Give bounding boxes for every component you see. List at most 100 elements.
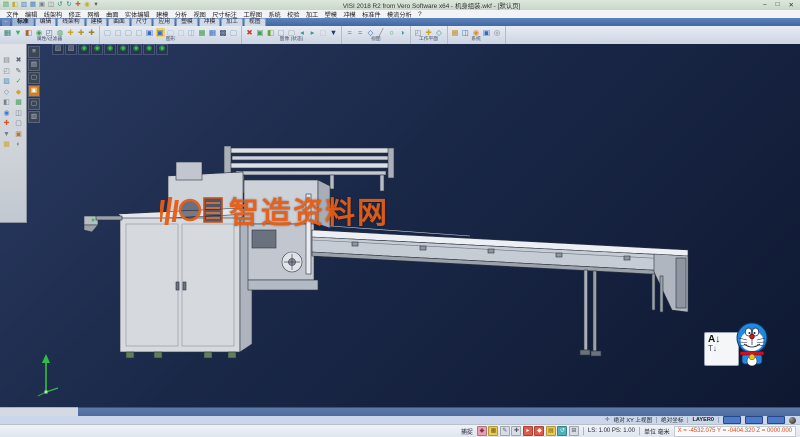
state-list-icon[interactable]: ▢ [319, 28, 328, 37]
zoom-all-icon[interactable]: ○ [387, 28, 396, 37]
render-mode-sphere-icon[interactable] [789, 417, 796, 424]
coordinate-reference-label[interactable]: 绝对坐标 [661, 416, 683, 424]
undo-icon[interactable]: ↺ [56, 1, 64, 9]
part-active-icon[interactable]: ▣ [28, 85, 40, 97]
reflect-icon[interactable]: ▢ [229, 28, 238, 37]
snap-grid-icon[interactable]: ▦ [488, 426, 498, 436]
ghost-icon[interactable]: ▢ [177, 28, 186, 37]
system-config-icon[interactable]: ◎ [493, 28, 502, 37]
redo-icon[interactable]: ↻ [65, 1, 73, 9]
assembly-menu-icon[interactable]: ≡ [28, 46, 40, 58]
3d-viewport[interactable]: ▤✖◰✎▨✓◇◆◧▦◉◫✚▢▼▣▦◐ ≡▤▢▣▢▥ ▨▨◉◉◉◉◉◉◉ 智造资料… [0, 44, 800, 407]
fill-box-icon[interactable]: ▣ [13, 130, 24, 141]
view-bottom-icon[interactable]: ◉ [156, 44, 168, 55]
save-all-icon[interactable]: ▦ [29, 1, 37, 9]
snap-edit-icon[interactable]: ✎ [500, 426, 510, 436]
view-front-icon[interactable]: ◉ [104, 44, 116, 55]
diamond-icon[interactable]: ◇ [1, 88, 12, 99]
prev-state-icon[interactable]: ◂ [298, 28, 307, 37]
shaded-icon[interactable]: ▢ [124, 28, 133, 37]
workplane-icon[interactable]: ◰ [414, 28, 423, 37]
render-icon[interactable]: ▣ [145, 28, 154, 37]
workplane-new-icon[interactable]: ✚ [424, 28, 433, 37]
layer-color-swatch[interactable] [767, 416, 785, 424]
minimize-button[interactable]: – [763, 1, 767, 9]
delete-view-icon[interactable]: ✖ [245, 28, 254, 37]
zoom-line-icon[interactable]: ╱ [377, 28, 386, 37]
attr-copy-icon[interactable]: ✚ [77, 28, 86, 37]
ribbon-tab[interactable]: 线架构 [57, 18, 84, 26]
help-icon[interactable]: ◉ [83, 1, 91, 9]
attr-edit-icon[interactable]: ✚ [87, 28, 96, 37]
layer-color-swatch[interactable] [723, 416, 741, 424]
system-window-icon[interactable]: ◫ [461, 28, 470, 37]
layer-color-swatch[interactable] [745, 416, 763, 424]
curvature-icon[interactable]: ▩ [219, 28, 228, 37]
snap-sheet-icon[interactable]: ▤ [546, 426, 556, 436]
next-state-icon[interactable]: ▸ [308, 28, 317, 37]
tabbar-collapse-button[interactable]: – [2, 19, 10, 26]
ribbon-tab[interactable]: 应用 [153, 18, 175, 26]
move-icon[interactable]: ◰ [1, 67, 12, 78]
snap-anchor-icon[interactable]: ✚ [511, 426, 521, 436]
close-button[interactable]: ✕ [789, 1, 794, 9]
ribbon-tab[interactable]: 加工 [221, 18, 243, 26]
view-prev-icon[interactable]: ▨ [52, 44, 64, 55]
down-icon[interactable]: ▼ [1, 130, 12, 141]
view-iso-icon[interactable]: ◉ [78, 44, 90, 55]
system-settings-icon[interactable]: ▦ [451, 28, 460, 37]
half-box-icon[interactable]: ◧ [1, 98, 12, 109]
hidden-line-icon[interactable]: ▢ [114, 28, 123, 37]
grid-icon[interactable]: ▦ [13, 98, 24, 109]
ribbon-tab[interactable]: 塑模 [176, 18, 198, 26]
zebra-icon[interactable]: ▦ [208, 28, 217, 37]
target-icon[interactable]: ◉ [1, 109, 12, 120]
add-icon[interactable]: ✚ [1, 119, 12, 130]
state-b-icon[interactable]: ▢ [287, 28, 296, 37]
section-icon[interactable]: ◫ [187, 28, 196, 37]
state-dropdown-icon[interactable]: ▼ [329, 28, 338, 37]
system-world-icon[interactable]: ◉ [472, 28, 481, 37]
open-folder-icon[interactable]: ◧ [11, 1, 19, 9]
select-color-icon[interactable]: ◉ [35, 28, 44, 37]
system-display-icon[interactable]: ▣ [482, 28, 491, 37]
ribbon-tab[interactable]: 建模 [86, 18, 108, 26]
snap-move-icon[interactable]: ▸ [523, 426, 533, 436]
menu-item[interactable]: ? [415, 11, 425, 18]
view-reference-label[interactable]: 绝对 XY 上视图 [614, 416, 652, 424]
part-c-icon[interactable]: ▥ [28, 111, 40, 123]
print-icon[interactable]: ▣ [38, 1, 46, 9]
grid-toggle-icon[interactable]: ⊞ [569, 426, 579, 436]
view-right-icon[interactable]: ◉ [143, 44, 155, 55]
group-icon[interactable]: ◍ [56, 28, 65, 37]
blank-box-icon[interactable]: ▢ [13, 119, 24, 130]
qa-dropdown-icon[interactable]: ▾ [92, 1, 100, 9]
clipboard-icon[interactable]: ▤ [1, 56, 12, 67]
draft-check-icon[interactable]: ▦ [198, 28, 207, 37]
view-top-icon[interactable]: ◉ [91, 44, 103, 55]
table-icon[interactable]: ▦ [1, 140, 12, 151]
workplane-align-icon[interactable]: ◇ [435, 28, 444, 37]
ribbon-tab[interactable]: 曲面 [108, 18, 130, 26]
snap-point-icon[interactable]: ◆ [477, 426, 487, 436]
part-list-icon[interactable]: ▤ [28, 59, 40, 71]
view-left-icon[interactable]: ◉ [130, 44, 142, 55]
render-active-icon[interactable]: ▣ [156, 28, 165, 37]
attr-add-icon[interactable]: ✚ [66, 28, 75, 37]
view-next-icon[interactable]: ▨ [65, 44, 77, 55]
half-view-icon[interactable]: ◧ [266, 28, 275, 37]
ribbon-tab[interactable]: 标准 [12, 18, 34, 26]
state-a-icon[interactable]: ▢ [277, 28, 286, 37]
hatch-icon[interactable]: ▨ [1, 77, 12, 88]
ribbon-tab[interactable]: 尺寸 [131, 18, 153, 26]
dynamic-pan-icon[interactable]: ≈ [356, 28, 365, 37]
delete-icon[interactable]: ✖ [13, 56, 24, 67]
active-layer-label[interactable]: LAYER0 [692, 417, 714, 423]
snap-rotate-icon[interactable]: ◆ [534, 426, 544, 436]
split-box-icon[interactable]: ◫ [13, 109, 24, 120]
refresh-icon[interactable]: ↺ [557, 426, 567, 436]
settings-icon[interactable]: ✚ [74, 1, 82, 9]
transparent-icon[interactable]: ▢ [166, 28, 175, 37]
save-icon[interactable]: ▥ [20, 1, 28, 9]
ribbon-tab[interactable]: 编辑 [35, 18, 57, 26]
